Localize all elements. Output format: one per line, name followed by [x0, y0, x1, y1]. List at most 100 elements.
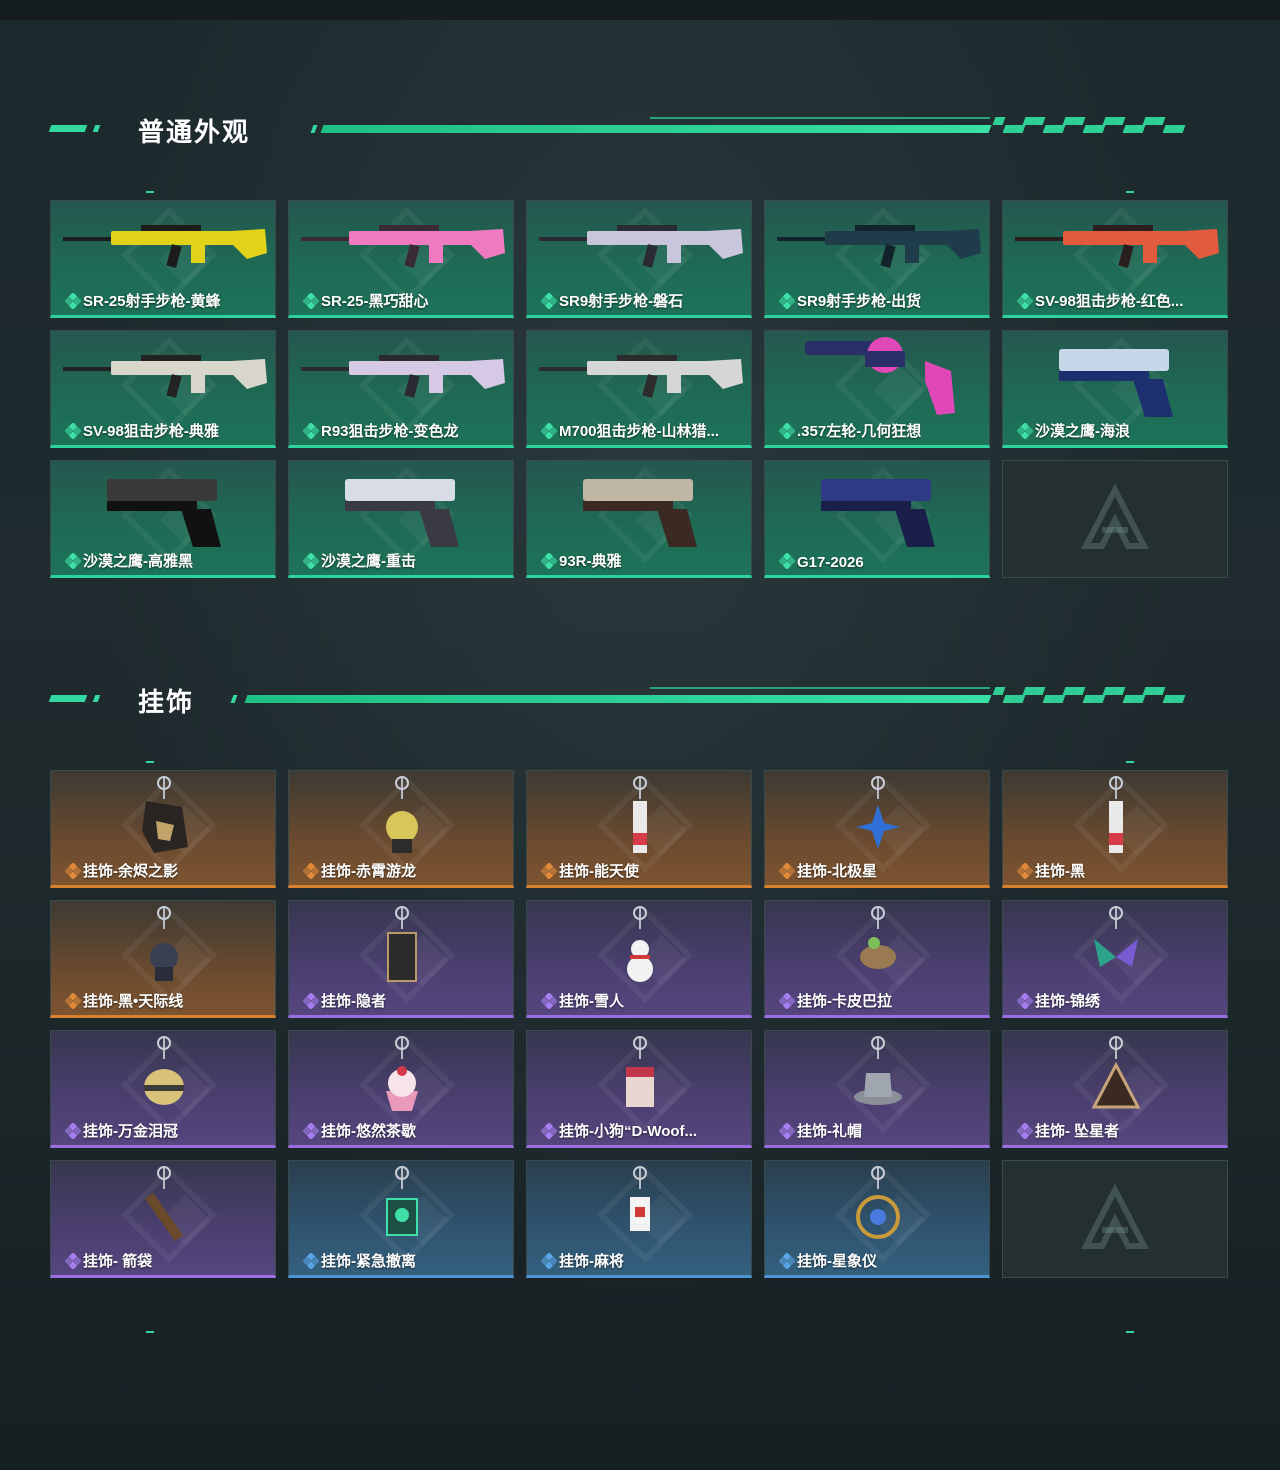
rarity-gem-icon: [1017, 863, 1033, 879]
item-label: SR-25-黑巧甜心: [321, 293, 429, 310]
rifle-pink-icon: [301, 225, 505, 268]
charm-card[interactable]: 挂饰-余烬之影: [50, 770, 276, 888]
skin-card[interactable]: SR-25-黑巧甜心: [288, 200, 514, 318]
rarity-gem-icon: [65, 993, 81, 1009]
section-title: 普通外观: [138, 117, 251, 147]
header-accent-bar: [230, 695, 238, 703]
skin-card[interactable]: SV-98狙击步枪-典雅: [50, 330, 276, 448]
rifle-yellow-icon: [63, 225, 267, 268]
checker-square: [1172, 695, 1186, 703]
header-thin-line: [650, 117, 990, 119]
checker-square: [1152, 117, 1166, 125]
skin-card[interactable]: 沙漠之鹰-重击: [288, 460, 514, 578]
item-label: 挂饰-礼帽: [797, 1123, 862, 1140]
header-accent-bar: [48, 125, 88, 132]
skin-card[interactable]: SR-25射手步枪-黄蜂: [50, 200, 276, 318]
skin-card[interactable]: M700狙击步枪-山林猎...: [526, 330, 752, 448]
checker-square: [1072, 117, 1086, 125]
pistol-navy-icon: [821, 479, 935, 547]
charm-card[interactable]: 挂饰-隐者: [288, 900, 514, 1018]
charm-tarot-icon: [387, 906, 417, 982]
charm-card[interactable]: 挂饰-星象仪: [764, 1160, 990, 1278]
charm-card[interactable]: 挂饰-黑: [1002, 770, 1228, 888]
skin-card[interactable]: 沙漠之鹰-高雅黑: [50, 460, 276, 578]
charm-card[interactable]: 挂饰-黑•天际线: [50, 900, 276, 1018]
item-label: SR-25射手步枪-黄蜂: [83, 293, 221, 310]
charm-card[interactable]: 挂饰-礼帽: [764, 1030, 990, 1148]
item-label: 沙漠之鹰-高雅黑: [83, 553, 193, 570]
rarity-gem-icon: [303, 1123, 319, 1139]
skins-grid: SR-25射手步枪-黄蜂 SR-25-黑巧甜心 SR9射手步枪-磐石 SR9射手…: [50, 200, 1230, 580]
skin-card[interactable]: R93狙击步枪-变色龙: [288, 330, 514, 448]
rarity-gem-icon: [65, 1123, 81, 1139]
charm-card[interactable]: 挂饰- 坠星者: [1002, 1030, 1228, 1148]
rarity-gem-icon: [65, 423, 81, 439]
rarity-gem-icon: [779, 1253, 795, 1269]
charm-card[interactable]: 挂饰-赤霄游龙: [288, 770, 514, 888]
rarity-gem-icon: [541, 293, 557, 309]
sniper-grey-icon: [539, 355, 743, 398]
charm-butterfly-icon: [1094, 906, 1138, 967]
checker-square: [1112, 687, 1126, 695]
charm-crown-icon: [144, 1036, 184, 1105]
rarity-gem-icon: [303, 993, 319, 1009]
charm-card[interactable]: 挂饰-雪人: [526, 900, 752, 1018]
charm-card[interactable]: 挂饰-卡皮巴拉: [764, 900, 990, 1018]
checker-square: [1152, 687, 1166, 695]
charm-card[interactable]: 挂饰-能天使: [526, 770, 752, 888]
charm-card-icon: [1109, 776, 1123, 853]
charm-card[interactable]: 挂饰-北极星: [764, 770, 990, 888]
item-label: 挂饰-万金泪冠: [83, 1123, 178, 1140]
checker-square: [992, 117, 1006, 125]
item-label: 挂饰-麻将: [559, 1253, 624, 1270]
charm-card[interactable]: 挂饰-万金泪冠: [50, 1030, 276, 1148]
item-label: 挂饰-卡皮巴拉: [797, 993, 892, 1010]
charm-triangle-icon: [1091, 1036, 1141, 1109]
rarity-gem-icon: [303, 1253, 319, 1269]
checker-square: [1172, 125, 1186, 133]
checker-square: [1132, 695, 1146, 703]
header-accent-bar: [92, 695, 101, 702]
item-label: 挂饰-星象仪: [797, 1253, 877, 1270]
rarity-gem-icon: [779, 993, 795, 1009]
skin-card[interactable]: SV-98狙击步枪-红色...: [1002, 200, 1228, 318]
skin-card[interactable]: SR9射手步枪-磐石: [526, 200, 752, 318]
rarity-gem-icon: [541, 553, 557, 569]
item-label: SV-98狙击步枪-典雅: [83, 423, 219, 440]
item-label: 挂饰-小狗“D-Woof...: [559, 1123, 698, 1140]
rarity-gem-icon: [1017, 993, 1033, 1009]
skin-card[interactable]: .357左轮-几何狂想: [764, 330, 990, 448]
checker-square: [1032, 687, 1046, 695]
item-label: 挂饰- 坠星者: [1035, 1123, 1120, 1140]
skin-card[interactable]: G17-2026: [764, 460, 990, 578]
header-accent-bar: [310, 125, 318, 133]
skin-card[interactable]: 沙漠之鹰-海浪: [1002, 330, 1228, 448]
corner-tick: [146, 761, 154, 763]
charm-card[interactable]: 挂饰-悠然茶歇: [288, 1030, 514, 1148]
charm-card[interactable]: 挂饰-紧急撤离: [288, 1160, 514, 1278]
skin-card[interactable]: 93R-典雅: [526, 460, 752, 578]
charm-card[interactable]: 挂饰-锦绣: [1002, 900, 1228, 1018]
rarity-gem-icon: [65, 293, 81, 309]
corner-tick: [1126, 761, 1134, 763]
charm-quiver-icon: [144, 1166, 184, 1242]
charm-card[interactable]: 挂饰- 箭袋: [50, 1160, 276, 1278]
charm-doll-icon: [150, 906, 178, 981]
charm-card[interactable]: 挂饰-小狗“D-Woof...: [526, 1030, 752, 1148]
rarity-gem-icon: [65, 1253, 81, 1269]
section-title: 挂饰: [138, 687, 195, 717]
charm-mahjong-icon: [630, 1166, 650, 1231]
skin-card[interactable]: SR9射手步枪-出货: [764, 200, 990, 318]
header-checker-pattern: [990, 684, 1200, 704]
item-label: 挂饰-余烬之影: [83, 863, 178, 880]
charm-capybara-icon: [860, 906, 896, 969]
checker-square: [1052, 695, 1066, 703]
rarity-gem-icon: [541, 423, 557, 439]
charm-card[interactable]: 挂饰-麻将: [526, 1160, 752, 1278]
item-label: SR9射手步枪-磐石: [559, 293, 684, 310]
item-label: 挂饰-悠然茶歇: [321, 1123, 416, 1140]
rifle-white-icon: [539, 225, 743, 268]
header-accent-bar: [48, 695, 88, 702]
item-label: 沙漠之鹰-重击: [321, 553, 416, 570]
item-label: R93狙击步枪-变色龙: [321, 423, 459, 440]
